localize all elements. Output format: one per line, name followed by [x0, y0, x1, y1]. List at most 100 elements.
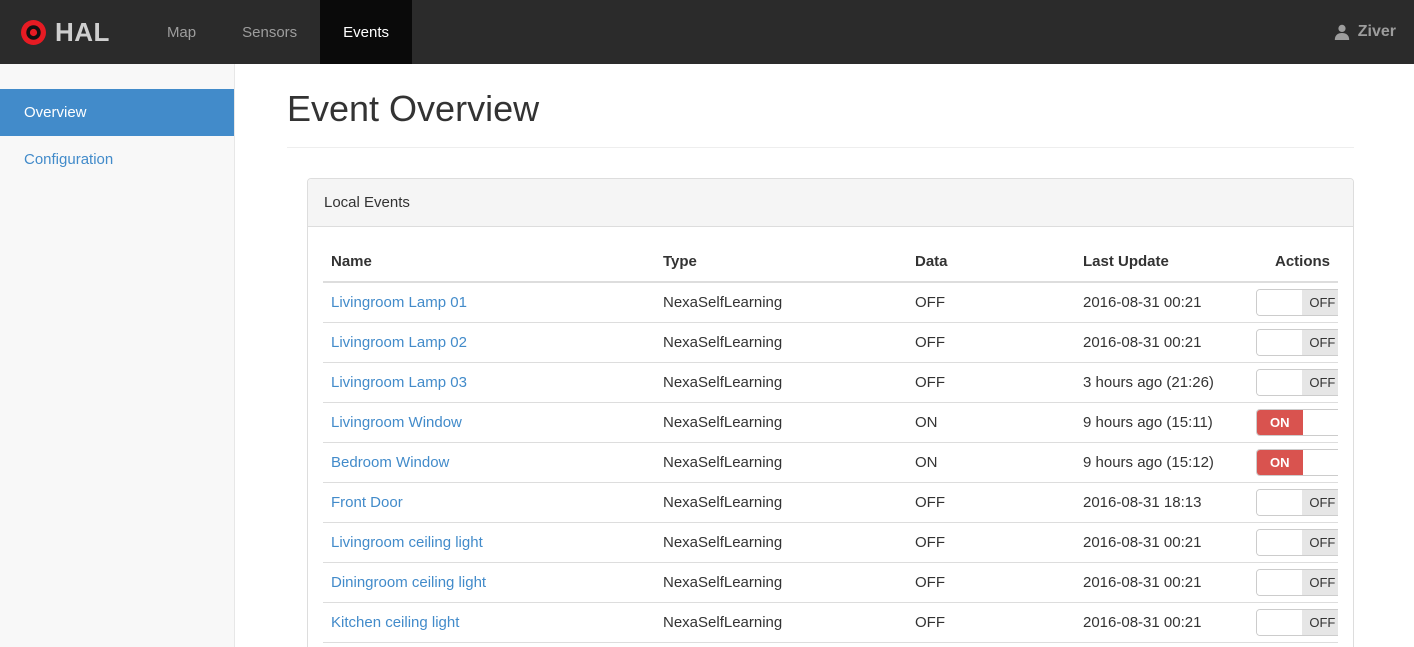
event-name-link[interactable]: Bedroom Window — [331, 454, 449, 471]
event-name-link[interactable]: Diningroom ceiling light — [331, 574, 486, 591]
navbar-menu: Map Sensors Events — [144, 0, 413, 64]
table-row: Livingroom ceiling light NexaSelfLearnin… — [323, 522, 1338, 563]
event-type-cell: NexaSelfLearning — [655, 362, 907, 403]
event-toggle-switch[interactable]: ON — [1256, 409, 1338, 436]
event-toggle-switch[interactable]: OFF — [1256, 609, 1338, 636]
event-data-cell: OFF — [907, 602, 1075, 643]
event-data-cell: ON — [907, 402, 1075, 443]
events-table: Name Type Data Last Update Actions Livin… — [323, 242, 1338, 643]
event-toggle-switch[interactable]: OFF — [1256, 329, 1338, 356]
hal-logo-icon — [20, 19, 47, 46]
table-header-row: Name Type Data Last Update Actions — [323, 242, 1338, 283]
events-table-body: Livingroom Lamp 01 NexaSelfLearning OFF … — [323, 282, 1338, 643]
event-type-cell: NexaSelfLearning — [655, 562, 907, 603]
event-toggle-switch[interactable]: OFF — [1256, 289, 1338, 316]
table-row: Kitchen ceiling light NexaSelfLearning O… — [323, 602, 1338, 643]
table-row: Livingroom Lamp 03 NexaSelfLearning OFF … — [323, 362, 1338, 403]
content-area: Event Overview Local Events Name Type Da… — [235, 64, 1414, 647]
title-divider — [287, 147, 1354, 148]
event-toggle-switch[interactable]: OFF — [1256, 489, 1338, 516]
column-header-name: Name — [323, 242, 655, 283]
column-header-actions: Actions — [1248, 242, 1338, 283]
table-row: Diningroom ceiling light NexaSelfLearnin… — [323, 562, 1338, 603]
event-name-link[interactable]: Livingroom ceiling light — [331, 534, 483, 551]
event-type-cell: NexaSelfLearning — [655, 602, 907, 643]
event-name-cell: Diningroom ceiling light — [323, 562, 655, 603]
event-type-cell: NexaSelfLearning — [655, 442, 907, 483]
event-actions-cell: OFF — [1248, 322, 1338, 363]
event-toggle-switch[interactable]: OFF — [1256, 569, 1338, 596]
event-name-cell: Livingroom ceiling light — [323, 522, 655, 563]
event-last-update-cell: 2016-08-31 18:13 — [1075, 482, 1248, 523]
event-actions-cell: ON — [1248, 402, 1338, 443]
column-header-data: Data — [907, 242, 1075, 283]
panel-body: Name Type Data Last Update Actions Livin… — [308, 227, 1353, 647]
nav-item-sensors[interactable]: Sensors — [219, 0, 320, 64]
event-last-update-cell: 2016-08-31 00:21 — [1075, 562, 1248, 603]
event-name-cell: Livingroom Window — [323, 402, 655, 443]
event-name-cell: Kitchen ceiling light — [323, 602, 655, 643]
event-name-cell: Bedroom Window — [323, 442, 655, 483]
event-actions-cell: OFF — [1248, 282, 1338, 323]
event-data-cell: OFF — [907, 482, 1075, 523]
event-last-update-cell: 2016-08-31 00:21 — [1075, 282, 1248, 323]
event-actions-cell: ON — [1248, 442, 1338, 483]
event-name-link[interactable]: Livingroom Lamp 02 — [331, 334, 467, 351]
sidebar: Overview Configuration — [0, 64, 235, 647]
event-toggle-switch[interactable]: OFF — [1256, 369, 1338, 396]
event-name-cell: Livingroom Lamp 03 — [323, 362, 655, 403]
event-actions-cell: OFF — [1248, 602, 1338, 643]
sidebar-item-overview[interactable]: Overview — [0, 89, 234, 136]
table-row: Livingroom Lamp 01 NexaSelfLearning OFF … — [323, 282, 1338, 323]
column-header-last-update: Last Update — [1075, 242, 1248, 283]
event-actions-cell: OFF — [1248, 362, 1338, 403]
event-type-cell: NexaSelfLearning — [655, 482, 907, 523]
event-actions-cell: OFF — [1248, 562, 1338, 603]
event-last-update-cell: 2016-08-31 00:21 — [1075, 522, 1248, 563]
nav-item-map[interactable]: Map — [144, 0, 219, 64]
event-name-link[interactable]: Livingroom Lamp 01 — [331, 294, 467, 311]
event-data-cell: OFF — [907, 562, 1075, 603]
brand-title: HAL — [55, 16, 110, 47]
event-last-update-cell: 2016-08-31 00:21 — [1075, 322, 1248, 363]
event-last-update-cell: 3 hours ago (21:26) — [1075, 362, 1248, 403]
event-name-link[interactable]: Livingroom Window — [331, 414, 462, 431]
page-title: Event Overview — [287, 88, 540, 129]
table-row: Front Door NexaSelfLearning OFF 2016-08-… — [323, 482, 1338, 523]
main-layout: Overview Configuration Event Overview Lo… — [0, 64, 1414, 647]
event-name-cell: Front Door — [323, 482, 655, 523]
event-data-cell: OFF — [907, 522, 1075, 563]
event-data-cell: ON — [907, 442, 1075, 483]
event-name-link[interactable]: Kitchen ceiling light — [331, 614, 459, 631]
event-last-update-cell: 9 hours ago (15:11) — [1075, 402, 1248, 443]
top-navbar: HAL Map Sensors Events Ziver — [0, 0, 1414, 64]
event-type-cell: NexaSelfLearning — [655, 522, 907, 563]
event-actions-cell: OFF — [1248, 522, 1338, 563]
event-name-link[interactable]: Front Door — [331, 494, 403, 511]
event-toggle-switch[interactable]: ON — [1256, 449, 1338, 476]
table-row: Bedroom Window NexaSelfLearning ON 9 hou… — [323, 442, 1338, 483]
panel-title: Local Events — [308, 179, 1353, 227]
event-type-cell: NexaSelfLearning — [655, 282, 907, 323]
event-name-cell: Livingroom Lamp 02 — [323, 322, 655, 363]
event-data-cell: OFF — [907, 282, 1075, 323]
local-events-panel: Local Events Name Type Data Last Update … — [307, 178, 1354, 647]
event-actions-cell: OFF — [1248, 482, 1338, 523]
user-name: Ziver — [1357, 23, 1396, 40]
event-data-cell: OFF — [907, 362, 1075, 403]
sidebar-item-configuration[interactable]: Configuration — [0, 136, 234, 183]
event-name-link[interactable]: Livingroom Lamp 03 — [331, 374, 467, 391]
event-last-update-cell: 9 hours ago (15:12) — [1075, 442, 1248, 483]
user-icon — [1333, 23, 1351, 41]
event-toggle-switch[interactable]: OFF — [1256, 529, 1338, 556]
brand[interactable]: HAL — [0, 0, 128, 64]
event-type-cell: NexaSelfLearning — [655, 322, 907, 363]
event-name-cell: Livingroom Lamp 01 — [323, 282, 655, 323]
event-last-update-cell: 2016-08-31 00:21 — [1075, 602, 1248, 643]
event-data-cell: OFF — [907, 322, 1075, 363]
event-type-cell: NexaSelfLearning — [655, 402, 907, 443]
table-row: Livingroom Window NexaSelfLearning ON 9 … — [323, 402, 1338, 443]
user-menu[interactable]: Ziver — [1333, 0, 1414, 64]
column-header-type: Type — [655, 242, 907, 283]
nav-item-events[interactable]: Events — [320, 0, 413, 64]
